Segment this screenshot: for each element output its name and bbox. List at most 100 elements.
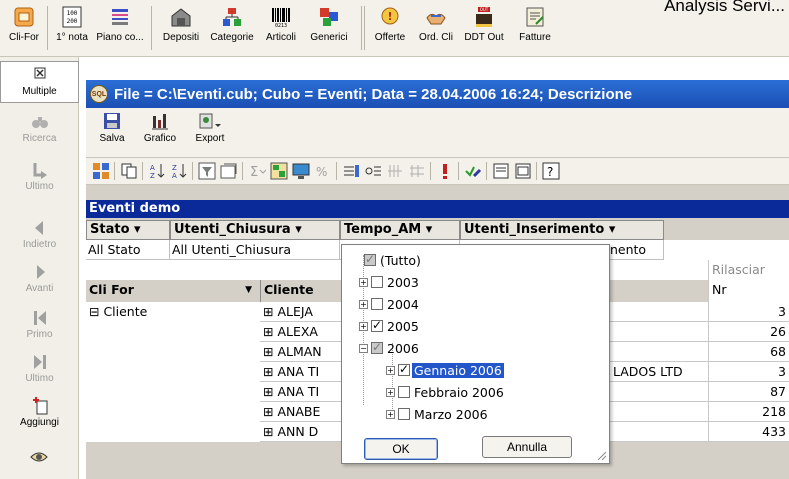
filter-item-gennaio-2006[interactable]: + Gennaio 2006: [386, 361, 504, 379]
nav-first[interactable]: Primo: [0, 309, 79, 340]
filter-item-febbraio-2006[interactable]: + Febbraio 2006: [386, 383, 506, 401]
binoculars-icon: [31, 117, 48, 128]
categories-button[interactable]: Categorie: [208, 4, 256, 54]
nav-last-record[interactable]: Ultimo: [0, 161, 79, 192]
row-format-icon[interactable]: [342, 162, 360, 180]
cube-window: SQL File = C:\Eventi.cub; Cubo = Eventi;…: [86, 80, 789, 479]
help-icon[interactable]: ?: [542, 162, 560, 180]
expand-icon[interactable]: +: [386, 409, 395, 419]
row-dimension-header[interactable]: Cli For ▼: [86, 280, 260, 302]
chevron-down-icon: ▼: [245, 285, 252, 295]
generic-items-button[interactable]: Generici: [306, 4, 352, 54]
chart-of-accounts-button[interactable]: Piano co...: [94, 4, 146, 54]
checkbox[interactable]: [398, 386, 410, 398]
check-format-icon[interactable]: [464, 162, 482, 180]
offers-icon: !: [381, 7, 399, 25]
column-format-icon[interactable]: [364, 162, 382, 180]
chart-button[interactable]: Grafico: [138, 112, 182, 144]
export-button[interactable]: Export: [188, 112, 232, 144]
cli-for-icon: [14, 7, 34, 27]
cli-for-button[interactable]: Cli-For: [6, 4, 42, 54]
stato-value[interactable]: All Stato: [86, 240, 170, 260]
dimension-bar: Stato ▾ Utenti_Chiusura ▾ Tempo_AM ▾ Ute…: [86, 218, 789, 240]
resize-grip-icon[interactable]: [595, 449, 607, 461]
checkbox[interactable]: [371, 276, 383, 288]
monitor-icon[interactable]: [292, 162, 310, 180]
warehouse-icon: [171, 8, 191, 27]
svg-text:!: !: [387, 10, 392, 23]
expand-all-icon[interactable]: [386, 162, 404, 180]
row-group-cell: [86, 322, 260, 342]
layout-icon[interactable]: [270, 162, 288, 180]
toolbar-separator: [47, 6, 48, 50]
last-record-icon: [33, 163, 47, 179]
ddt-out-button[interactable]: OUT DDT Out: [460, 4, 508, 54]
nav-last[interactable]: Ultimo: [0, 353, 79, 384]
sort-ascending-icon[interactable]: AZ: [148, 162, 166, 180]
toolbar-separator: [336, 162, 337, 180]
customer-orders-icon: [426, 13, 446, 25]
ok-button[interactable]: OK: [364, 438, 438, 460]
checkbox[interactable]: [371, 340, 383, 354]
nav-back[interactable]: Indietro: [0, 219, 79, 250]
filter-item-marzo-2006[interactable]: + Marzo 2006: [386, 405, 490, 423]
utenti-chiusura-value[interactable]: All Utenti_Chiusura: [170, 240, 340, 260]
customer-orders-button[interactable]: Ord. Cli: [414, 4, 458, 54]
exclamation-icon[interactable]: [436, 162, 454, 180]
svg-text:Z: Z: [172, 164, 177, 172]
checkbox[interactable]: [398, 408, 410, 420]
checkbox[interactable]: [364, 252, 376, 266]
expand-icon[interactable]: +: [386, 365, 395, 375]
filter-item-2006[interactable]: − 2006: [359, 339, 421, 357]
toolbar-separator: [151, 6, 152, 50]
save-button[interactable]: Salva: [92, 112, 132, 144]
drill-icon[interactable]: [220, 162, 238, 180]
row-group-cell: [86, 342, 260, 362]
dimension-utenti-chiusura[interactable]: Utenti_Chiusura ▾: [170, 220, 340, 240]
last-icon: [33, 355, 46, 369]
nav-multiple[interactable]: Multiple: [0, 61, 79, 103]
checkbox[interactable]: [371, 318, 383, 332]
dimension-stato[interactable]: Stato ▾: [86, 220, 170, 240]
expand-icon[interactable]: +: [359, 277, 368, 287]
filter-item-all[interactable]: (Tutto): [364, 251, 423, 269]
expand-icon[interactable]: +: [359, 321, 368, 331]
nav-search[interactable]: Ricerca: [0, 113, 79, 144]
row-group-cell: [86, 382, 260, 402]
items-button[interactable]: 0213 Articoli: [260, 4, 302, 54]
tools-icon[interactable]: [28, 447, 50, 467]
print-preview-icon[interactable]: [514, 162, 532, 180]
copy-icon[interactable]: [120, 162, 138, 180]
sum-icon[interactable]: Σ: [248, 162, 266, 180]
nav-forward[interactable]: Avanti: [0, 263, 79, 294]
collapse-icon[interactable]: −: [359, 343, 368, 353]
dimension-utenti-inserimento[interactable]: Utenti_Inserimento ▾: [460, 220, 664, 240]
add-icon: [32, 397, 47, 415]
invoices-button[interactable]: Fatture: [512, 4, 558, 54]
collapse-all-icon[interactable]: [408, 162, 426, 180]
percent-icon[interactable]: %: [314, 162, 332, 180]
offers-button[interactable]: ! Offerte: [368, 4, 412, 54]
row-group-cell[interactable]: ⊟ Cliente: [86, 302, 260, 322]
dimension-tempo-am[interactable]: Tempo_AM ▾: [340, 220, 460, 240]
svg-text:?: ?: [547, 165, 553, 179]
expand-icon[interactable]: +: [386, 387, 395, 397]
first-note-button[interactable]: 100 200 1° nota: [54, 4, 90, 54]
nav-add[interactable]: Aggiungi: [0, 397, 79, 428]
page-setup-icon[interactable]: [492, 162, 510, 180]
checkbox[interactable]: [398, 362, 410, 376]
first-icon: [33, 311, 46, 325]
filter-item-2005[interactable]: + 2005: [359, 317, 421, 335]
filter-item-2003[interactable]: + 2003: [359, 273, 421, 291]
cube-structure-icon[interactable]: [92, 162, 110, 180]
cancel-button[interactable]: Annulla: [482, 436, 572, 458]
client-name: ⊞ ALEJA: [263, 304, 313, 319]
warehouse-button[interactable]: Depositi: [158, 4, 204, 54]
filter-icon[interactable]: [198, 162, 216, 180]
checkbox[interactable]: [371, 298, 383, 310]
toolbar-separator: [242, 162, 243, 180]
sort-descending-icon[interactable]: ZA: [170, 162, 188, 180]
expand-icon[interactable]: +: [359, 299, 368, 309]
filter-item-2004[interactable]: + 2004: [359, 295, 421, 313]
toolbar-separator: [458, 162, 459, 180]
